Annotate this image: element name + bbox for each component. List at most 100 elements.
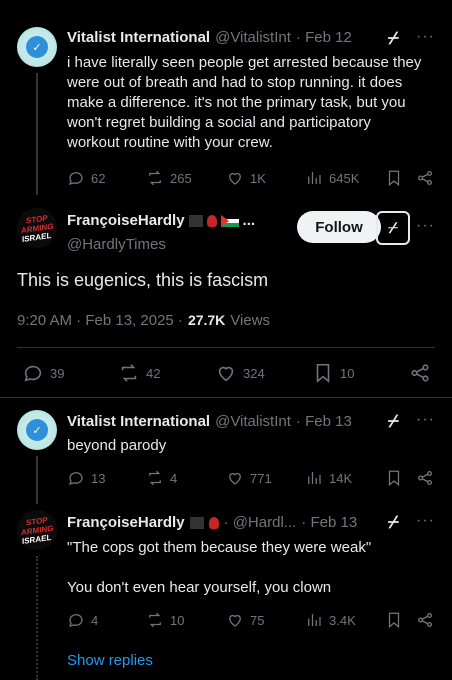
views-icon	[308, 614, 321, 626]
like-button[interactable]: 324	[215, 362, 265, 384]
heart-icon	[218, 366, 234, 382]
more-options-icon[interactable]: ···	[416, 28, 435, 46]
more-options-icon[interactable]: ···	[416, 411, 435, 429]
repost-button[interactable]: 10	[146, 611, 184, 629]
show-replies-link[interactable]: Show replies	[67, 652, 153, 669]
repost-icon	[149, 612, 161, 628]
heart-icon	[229, 472, 241, 485]
reply-icon	[68, 172, 83, 185]
like-count: 324	[243, 365, 265, 381]
main-post-text: This is eugenics, this is fascism	[17, 270, 269, 290]
like-count: 1K	[250, 170, 266, 186]
post1-header: Vitalist International @VitalistInt · Fe…	[67, 29, 352, 46]
vitalist-logo-icon: ✓	[26, 36, 48, 58]
views-count: 645K	[329, 170, 360, 186]
reply-icon	[68, 614, 83, 627]
author-name[interactable]: Vitalist International	[67, 413, 210, 430]
grok-icon[interactable]: ⌿	[388, 28, 399, 49]
main-author-row: FrançoiseHardly ...	[67, 212, 255, 229]
author-handle[interactable]: @HardlyTimes	[67, 236, 166, 253]
views-count: 14K	[329, 470, 353, 486]
views-button[interactable]: 645K	[305, 169, 359, 187]
share-button[interactable]	[416, 169, 434, 187]
grok-icon[interactable]: ⌿	[388, 512, 399, 533]
reply-text: "The cops got them because they were wea…	[67, 539, 372, 556]
share-icon	[417, 612, 433, 628]
like-button[interactable]: 771	[226, 469, 272, 487]
divider	[17, 347, 435, 348]
grok-icon: ⌿	[388, 218, 398, 237]
reply2-header: FrançoiseHardly · @Hardl... · Feb 13	[67, 514, 357, 531]
repost-button[interactable]: 4	[146, 469, 177, 487]
name-ellipsis: ...	[242, 212, 256, 229]
author-handle[interactable]: · @Hardl...	[224, 514, 297, 531]
post-date[interactable]: · Feb 13	[296, 413, 352, 430]
reply-text: beyond parody	[67, 437, 167, 454]
bookmark-button[interactable]	[385, 611, 403, 629]
repost-count: 265	[170, 170, 192, 186]
author-handle[interactable]: @VitalistInt	[215, 413, 291, 430]
reply-button[interactable]: 62	[67, 169, 105, 187]
share-button[interactable]	[416, 469, 434, 487]
views-count: 27.7K	[187, 312, 226, 328]
vitalist-logo-icon: ✓	[26, 419, 48, 441]
share-button[interactable]	[416, 611, 434, 629]
reply-count: 4	[91, 612, 99, 628]
share-icon	[411, 364, 429, 382]
author-name[interactable]: Vitalist International	[67, 29, 210, 46]
repost-button[interactable]: 265	[146, 169, 192, 187]
repost-icon	[121, 364, 137, 382]
reply-button[interactable]: 39	[22, 362, 64, 384]
post-meta: 9:20 AM · Feb 13, 2025 · 27.7K Views	[17, 312, 270, 329]
heart-icon	[229, 614, 241, 627]
repost-count: 4	[170, 470, 178, 486]
views-button[interactable]: 14K	[305, 469, 352, 487]
reply-count: 13	[91, 470, 106, 486]
repost-icon	[149, 470, 161, 486]
bookmark-button[interactable]: 10	[312, 362, 354, 384]
reply-button[interactable]: 13	[67, 469, 105, 487]
author-name[interactable]: FrançoiseHardly	[67, 514, 185, 531]
more-options-icon[interactable]: ···	[416, 512, 435, 530]
thread-line	[36, 456, 38, 504]
reply-count: 62	[91, 170, 106, 186]
reply-text: You don't even hear yourself, you clown	[67, 579, 332, 596]
francoise-avatar[interactable]: STOP ARMING ISRAEL	[17, 510, 57, 550]
black-flag-icon	[189, 516, 204, 529]
bookmark-button[interactable]	[385, 469, 403, 487]
grok-icon[interactable]: ⌿	[388, 411, 399, 432]
francoise-avatar[interactable]: STOP ARMING ISRAEL	[17, 208, 57, 248]
post-text: i have literally seen people get arreste…	[67, 54, 422, 151]
heart-icon	[229, 172, 241, 185]
like-count: 75	[250, 612, 265, 628]
bookmark-icon	[388, 612, 400, 629]
reply1-header: Vitalist International @VitalistInt · Fe…	[67, 413, 352, 430]
reply-button[interactable]: 4	[67, 611, 98, 629]
more-options-icon[interactable]: ···	[416, 217, 435, 235]
post-date[interactable]: · Feb 12	[296, 29, 352, 46]
vitalist-avatar[interactable]: ✓	[17, 410, 57, 450]
views-button[interactable]: 3.4K	[305, 611, 356, 629]
follow-button[interactable]: Follow	[297, 211, 381, 243]
author-name[interactable]: FrançoiseHardly	[67, 212, 185, 229]
thread-line	[36, 73, 38, 195]
vitalist-avatar[interactable]: ✓	[17, 27, 57, 67]
views-icon	[308, 472, 321, 484]
bookmark-icon	[388, 470, 400, 487]
share-button[interactable]	[409, 362, 431, 384]
repost-button[interactable]: 42	[118, 362, 160, 384]
share-icon	[417, 170, 433, 186]
share-icon	[417, 470, 433, 486]
bookmark-button[interactable]	[385, 169, 403, 187]
black-flag-icon	[188, 214, 203, 227]
views-count: 3.4K	[329, 612, 356, 628]
like-button[interactable]: 75	[226, 611, 264, 629]
post-date[interactable]: · Feb 13	[301, 514, 357, 531]
reply-icon	[68, 472, 83, 485]
grok-button[interactable]: ⌿	[376, 211, 410, 245]
post-timestamp[interactable]: 9:20 AM · Feb 13, 2025 ·	[17, 312, 183, 329]
repost-count: 42	[146, 365, 161, 381]
like-button[interactable]: 1K	[226, 169, 266, 187]
author-handle[interactable]: @VitalistInt	[215, 29, 291, 46]
reply-count: 39	[50, 365, 65, 381]
